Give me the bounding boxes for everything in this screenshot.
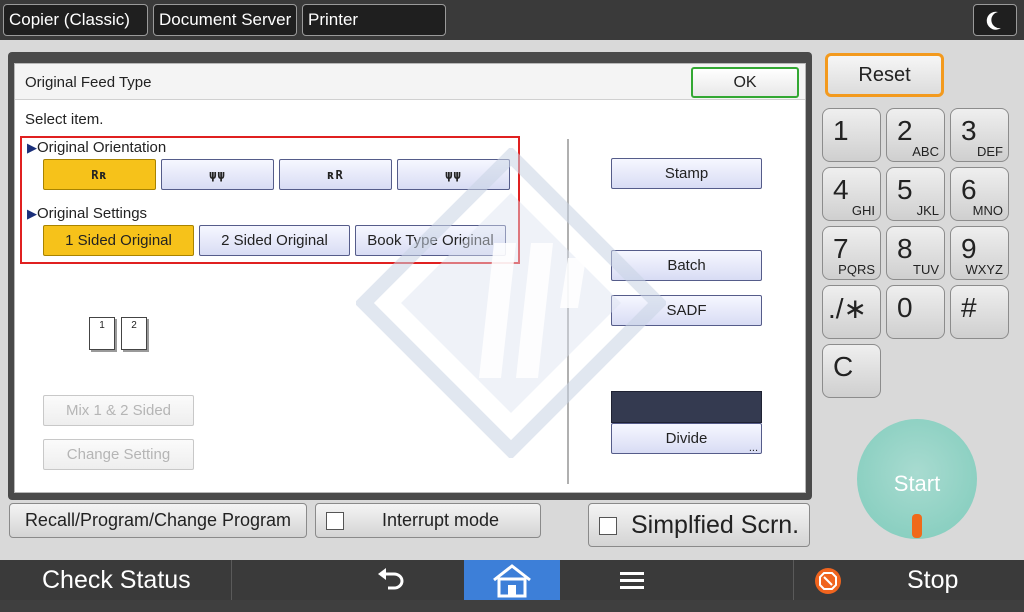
back-arrow-icon [378,568,404,590]
orientation-reversed-icon: ʀR [327,168,344,182]
select-prompt: Select item. [25,111,104,128]
orientation-option-3[interactable]: ʀR [279,159,392,190]
orientation-rotated-left-icon: ψψ [209,168,226,182]
dialog-header: Original Feed Type OK [15,64,805,100]
key-4[interactable]: 4 GHI [822,167,881,221]
key-1[interactable]: 1 [822,108,881,162]
key-9[interactable]: 9 WXYZ [950,226,1009,280]
simplified-label: Simplfied Scrn. [631,511,800,539]
orientation-rotated-right-icon: ψψ [445,168,462,182]
mix-1-2-sided-button[interactable]: Mix 1 & 2 Sided [43,395,194,426]
start-label: Start [893,471,941,496]
energy-saver-button[interactable] [973,4,1017,36]
key-5[interactable]: 5 JKL [886,167,945,221]
moon-icon [986,11,1001,30]
divide-button[interactable]: Divide ... [611,423,762,454]
dialog-title: Original Feed Type [25,74,152,91]
key-dot-star[interactable]: ./∗ [822,285,881,339]
separator [231,560,232,600]
tab-copier-classic[interactable]: Copier (Classic) [3,4,148,36]
home-button[interactable] [464,560,560,600]
two-sided-original-button[interactable]: 2 Sided Original [199,225,350,256]
interrupt-label: Interrupt mode [382,510,500,530]
start-indicator-light [912,514,922,538]
key-6[interactable]: 6 MNO [950,167,1009,221]
start-button[interactable]: Start [857,419,977,539]
key-3[interactable]: 3 DEF [950,108,1009,162]
simplified-screen-button[interactable]: Simplfied Scrn. [588,503,810,547]
tab-document-server[interactable]: Document Server [153,4,297,36]
divide-status-bar [611,391,762,423]
orientation-option-4[interactable]: ψψ [397,159,510,190]
book-type-original-button[interactable]: Book Type Original [355,225,506,256]
key-hash[interactable]: # [950,285,1009,339]
orientation-option-2[interactable]: ψψ [161,159,274,190]
menu-icon [620,572,644,589]
bottom-status-bar: Check Status Stop [0,560,1024,600]
stop-icon [815,568,841,594]
page-2-icon: 2 [121,317,147,350]
stamp-button[interactable]: Stamp [611,158,762,189]
original-feed-type-dialog: Original Feed Type OK Select item. ▶Orig… [14,63,806,493]
orientation-upright-icon: Rʀ [91,168,108,182]
back-button[interactable] [372,560,416,600]
key-2[interactable]: 2 ABC [886,108,945,162]
interrupt-mode-button[interactable]: Interrupt mode [315,503,541,538]
simplified-checkbox [599,517,617,535]
interrupt-checkbox [326,512,344,530]
key-7[interactable]: 7 PQRS [822,226,881,280]
divide-label: Divide [665,430,708,447]
top-bar: Copier (Classic) Document Server Printer [0,0,1024,40]
key-8[interactable]: 8 TUV [886,226,945,280]
recall-program-button[interactable]: Recall/Program/Change Program [9,503,307,538]
separator [793,560,794,600]
tab-printer[interactable]: Printer [302,4,446,36]
more-indicator: ... [748,442,758,454]
menu-button[interactable] [610,560,654,600]
key-clear[interactable]: C [822,344,881,398]
ok-button[interactable]: OK [691,67,799,98]
triangle-right-icon: ▶ [27,206,37,221]
stop-button[interactable]: Stop [907,560,958,600]
orientation-section-label: ▶Original Orientation [27,139,167,156]
orientation-option-1[interactable]: Rʀ [43,159,156,190]
batch-button[interactable]: Batch [611,250,762,281]
page-1-icon: 1 [89,317,115,350]
sadf-button[interactable]: SADF [611,295,762,326]
vertical-divider [567,139,569,484]
reset-button[interactable]: Reset [825,53,944,97]
key-0[interactable]: 0 [886,285,945,339]
check-status-button[interactable]: Check Status [42,560,191,600]
settings-section-label: ▶Original Settings [27,205,148,222]
home-icon [493,564,531,598]
change-setting-button[interactable]: Change Setting [43,439,194,470]
triangle-right-icon: ▶ [27,140,37,155]
one-sided-original-button[interactable]: 1 Sided Original [43,225,194,256]
